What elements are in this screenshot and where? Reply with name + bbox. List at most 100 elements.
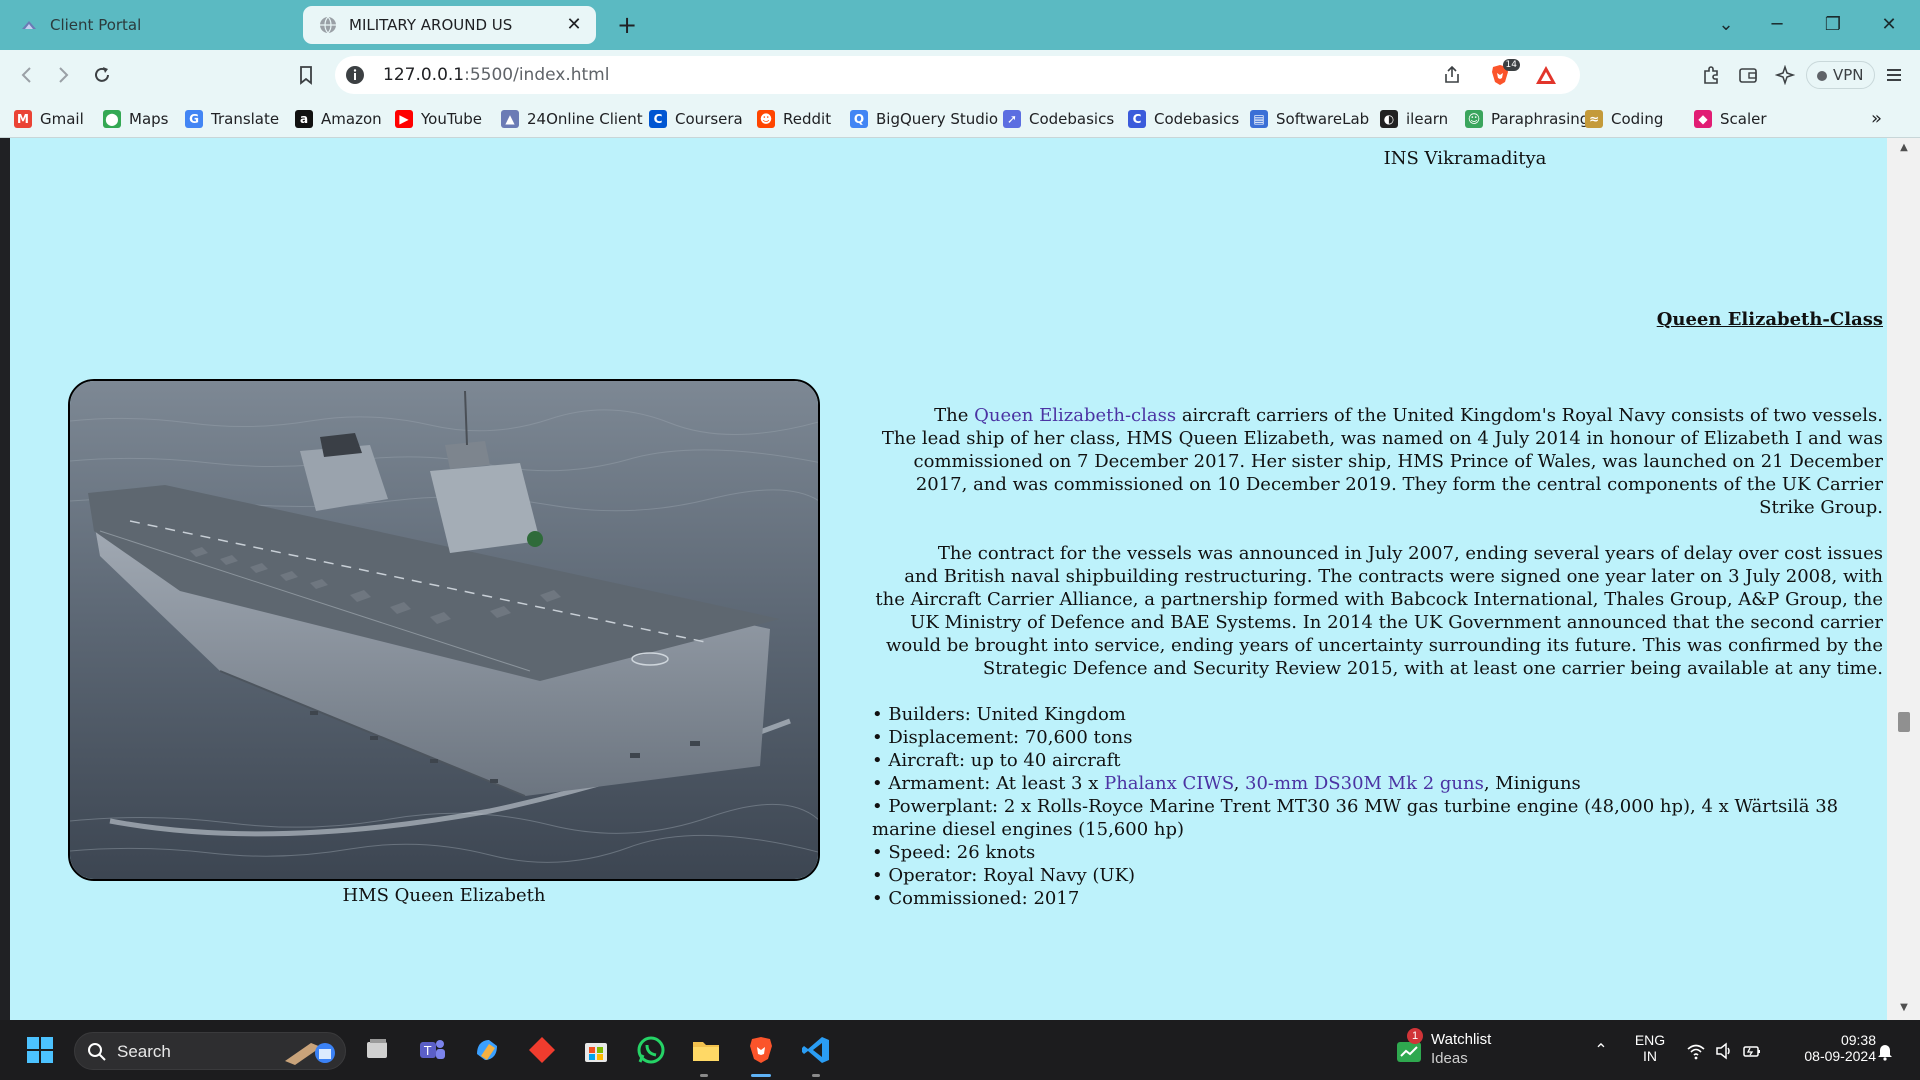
start-button[interactable] [20, 1030, 60, 1070]
file-explorer-button[interactable] [686, 1030, 726, 1070]
new-tab-button[interactable]: + [612, 10, 642, 40]
carrier-photo [68, 379, 820, 881]
phalanx-ciws-link[interactable]: Phalanx CIWS [1104, 773, 1233, 794]
spec-powerplant: • Powerplant: 2 x Rolls-Royce Marine Tre… [872, 796, 1839, 840]
site-info-icon[interactable] [345, 65, 365, 85]
bookmark-label: ilearn [1406, 110, 1449, 128]
wifi-icon[interactable] [1686, 1041, 1706, 1061]
bookmark-reddit[interactable]: ☻ Reddit [757, 108, 831, 130]
bookmark-coursera[interactable]: C Coursera [649, 108, 743, 130]
folder-icon [693, 1042, 719, 1061]
tab-strip: Client Portal MILITARY AROUND US ✕ + ⌄ ─… [0, 0, 1920, 50]
clock[interactable]: 09:38 08-09-2024 [1778, 1032, 1876, 1064]
taskbar-search[interactable]: Search [74, 1032, 346, 1070]
arrow-left-icon [21, 67, 31, 83]
image-caption: HMS Queen Elizabeth [342, 885, 546, 906]
bookmark-bigquery-studio[interactable]: Q BigQuery Studio [850, 108, 998, 130]
bookmark-label: Reddit [783, 110, 832, 128]
bookmark-button[interactable] [291, 60, 321, 90]
brave-rewards-icon[interactable] [1534, 64, 1558, 86]
teams-button[interactable]: T [412, 1030, 452, 1070]
reload-icon [95, 67, 109, 82]
restore-button[interactable]: ❐ [1818, 10, 1848, 40]
tab-close-icon[interactable]: ✕ [564, 15, 584, 35]
clock-time: 09:38 [1840, 1032, 1876, 1048]
bookmark-codebasics[interactable]: ➚ Codebasics [1003, 108, 1114, 130]
bookmark-label: Maps [129, 110, 169, 128]
bookmarks-overflow-icon[interactable]: » [1871, 108, 1882, 129]
search-label: Search [117, 1042, 171, 1061]
brave-lion-icon [750, 1037, 772, 1063]
vscode-button[interactable] [796, 1030, 836, 1070]
bookmark-coding[interactable]: ≈ Coding [1585, 108, 1663, 130]
windows-taskbar: Search T 1 Watchlist Ideas ⌃ ENG IN 09:3… [0, 1020, 1920, 1080]
vpn-status-icon [1817, 71, 1827, 81]
windows-logo-icon [27, 1037, 53, 1063]
watchlist-title: Watchlist [1431, 1031, 1492, 1048]
bookmark-label: Gmail [40, 110, 84, 128]
microsoft-store-button[interactable] [576, 1030, 616, 1070]
whatsapp-button[interactable] [631, 1030, 671, 1070]
bookmark-label: Codebasics [1154, 110, 1240, 128]
explorer-running-indicator [700, 1074, 708, 1077]
vscode-running-indicator [812, 1074, 820, 1077]
page-viewport: INS Vikramaditya Queen Elizabeth-Class H… [10, 138, 1887, 1020]
tab-military-around-us[interactable]: MILITARY AROUND US ✕ [303, 6, 596, 44]
tab-client-portal[interactable]: Client Portal [8, 6, 298, 44]
region-code: IN [1643, 1048, 1657, 1064]
rocket-icon: ➚ [1003, 110, 1021, 128]
bookmark-amazon[interactable]: a Amazon [295, 108, 382, 130]
contract-paragraph: The contract for the vessels was announc… [875, 543, 1883, 679]
brave-shields-button[interactable]: 14 [1488, 59, 1520, 87]
back-button[interactable] [12, 60, 42, 90]
bookmark-youtube[interactable]: ▶ YouTube [395, 108, 482, 130]
url-host: 127.0.0.1 [383, 65, 465, 85]
close-window-button[interactable]: ✕ [1874, 10, 1904, 40]
watchlist-widget[interactable]: 1 Watchlist Ideas [1393, 1028, 1523, 1072]
notification-bell-icon[interactable] [1875, 1041, 1895, 1061]
scroll-up-arrow-icon[interactable]: ▲ [1897, 142, 1911, 156]
language-indicator[interactable]: ENG IN [1630, 1032, 1670, 1064]
shields-count: 14 [1502, 59, 1520, 71]
bookmark-maps[interactable]: ⬤ Maps [103, 108, 168, 130]
extensions-button[interactable] [1696, 60, 1726, 90]
bookmark-softwarelab[interactable]: ▤ SoftwareLab [1250, 108, 1369, 130]
copilot-button[interactable] [467, 1030, 507, 1070]
show-hidden-icons-chevron-icon[interactable]: ⌃ [1591, 1040, 1611, 1060]
wallet-button[interactable] [1733, 60, 1763, 90]
leo-ai-button[interactable] [1770, 60, 1800, 90]
youtube-icon: ▶ [395, 110, 413, 128]
git-client-button[interactable] [522, 1030, 562, 1070]
translate-icon: G [185, 110, 203, 128]
main-menu-button[interactable] [1879, 60, 1909, 90]
bookmark-codebasics[interactable]: C Codebasics [1128, 108, 1239, 130]
address-bar[interactable]: 127.0.0.1:5500/index.html 14 [335, 56, 1580, 94]
bookmark-gmail[interactable]: M Gmail [14, 108, 84, 130]
url-text[interactable]: 127.0.0.1:5500/index.html [383, 65, 609, 85]
bookmark-ilearn[interactable]: ◐ ilearn [1380, 108, 1448, 130]
battery-icon[interactable] [1742, 1041, 1762, 1061]
page-scrollbar[interactable]: ▲ ▼ [1887, 138, 1920, 1020]
bookmark-translate[interactable]: G Translate [185, 108, 279, 130]
vscode-icon [802, 1037, 829, 1063]
queen-elizabeth-class-link[interactable]: Queen Elizabeth-class [974, 405, 1176, 426]
task-view-button[interactable] [357, 1030, 397, 1070]
brave-browser-button[interactable] [741, 1030, 781, 1070]
tab-search-chevron-icon[interactable]: ⌄ [1711, 10, 1741, 40]
ship-figure: HMS Queen Elizabeth [68, 379, 820, 906]
client-portal-favicon-icon [20, 16, 38, 34]
bookmark-paraphrasing[interactable]: ☺ Paraphrasing [1465, 108, 1589, 130]
bookmark-scaler[interactable]: ◆ Scaler [1694, 108, 1767, 130]
section-title: Queen Elizabeth-Class [1656, 309, 1883, 330]
scroll-down-arrow-icon[interactable]: ▼ [1897, 1002, 1911, 1016]
bookmark-label: YouTube [421, 110, 482, 128]
bookmark-24online-client[interactable]: ▲ 24Online Client [501, 108, 643, 130]
minimize-button[interactable]: ─ [1762, 10, 1792, 40]
volume-icon[interactable] [1714, 1041, 1734, 1061]
reload-button[interactable] [87, 60, 117, 90]
vpn-button[interactable]: VPN [1806, 61, 1875, 89]
share-icon[interactable] [1442, 65, 1462, 85]
scrollbar-thumb[interactable] [1898, 712, 1910, 732]
forward-button[interactable] [48, 60, 78, 90]
ds30m-guns-link[interactable]: 30-mm DS30M Mk 2 guns [1245, 773, 1484, 794]
